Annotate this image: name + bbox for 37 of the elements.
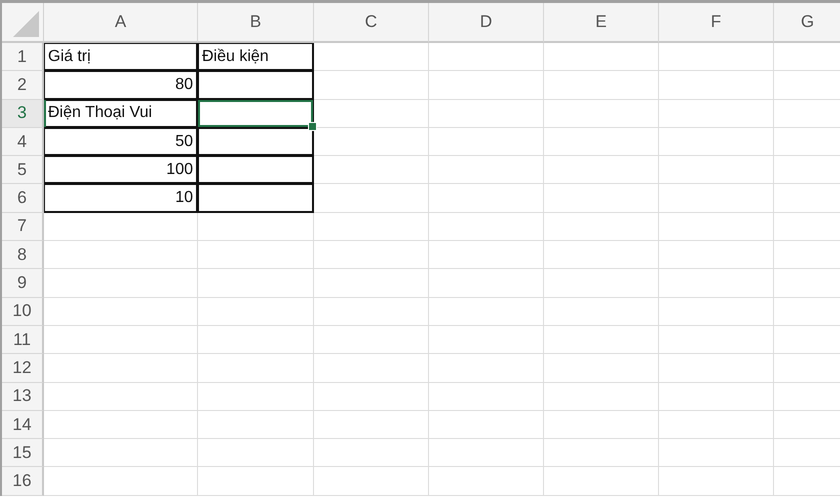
row-header[interactable]: 15 [2, 439, 44, 468]
fill-handle[interactable] [308, 122, 317, 131]
table-cell[interactable] [198, 71, 314, 100]
row-header[interactable]: 5 [2, 156, 44, 184]
table-cell[interactable]: Giá trị [44, 43, 198, 72]
row-header[interactable]: 6 [2, 184, 44, 213]
row-header[interactable]: 12 [2, 354, 44, 383]
row-header[interactable]: 2 [2, 71, 44, 100]
row-header[interactable]: 13 [2, 382, 44, 411]
column-header[interactable]: E [544, 3, 659, 43]
row-header[interactable]: 1 [2, 43, 44, 72]
row-header[interactable]: 10 [2, 298, 44, 326]
table-cell[interactable] [198, 128, 314, 156]
table-cell[interactable]: 10 [44, 184, 198, 213]
column-header[interactable]: G [774, 3, 840, 43]
row-header[interactable]: 8 [2, 241, 44, 270]
table-cell[interactable]: 100 [44, 156, 198, 184]
column-header[interactable]: D [429, 3, 544, 43]
column-header[interactable]: B [198, 3, 314, 43]
row-header[interactable]: 11 [2, 326, 44, 354]
row-header[interactable]: 7 [2, 212, 44, 242]
table-cell[interactable]: Điều kiện [198, 43, 314, 72]
row-header[interactable]: 16 [2, 467, 44, 496]
row-header[interactable]: 3 [2, 100, 44, 128]
table-cell[interactable]: 80 [44, 71, 198, 100]
table-cell[interactable] [198, 184, 314, 213]
row-header[interactable]: 4 [2, 128, 44, 156]
table-cell[interactable]: 50 [44, 128, 198, 156]
column-header[interactable]: A [44, 3, 198, 43]
row-header[interactable]: 9 [2, 269, 44, 298]
table-cell[interactable]: Điện Thoại Vui [44, 100, 198, 128]
select-all-icon[interactable] [13, 11, 39, 37]
column-header[interactable]: C [314, 3, 429, 43]
row-header[interactable]: 14 [2, 410, 44, 440]
column-header[interactable]: F [659, 3, 774, 43]
table-cell[interactable] [198, 156, 314, 184]
table-cell[interactable] [198, 100, 314, 128]
